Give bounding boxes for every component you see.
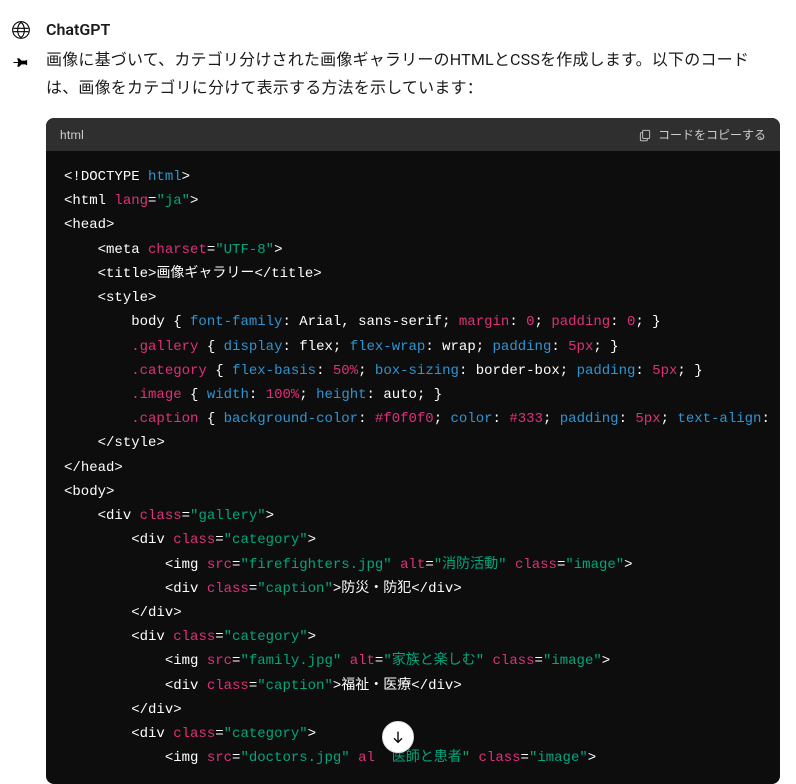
code-language-label: html	[60, 128, 84, 142]
scroll-down-button[interactable]	[382, 721, 414, 753]
chatgpt-logo-icon	[11, 20, 31, 40]
copy-code-button[interactable]: コードをコピーする	[638, 126, 766, 143]
pin-icon[interactable]	[12, 54, 30, 72]
message-text: 画像に基づいて、カテゴリ分けされた画像ギャラリーのHTMLとCSSを作成します。…	[46, 46, 780, 102]
message-gutter	[8, 18, 34, 784]
copy-code-label: コードをコピーする	[658, 126, 766, 143]
clipboard-icon	[638, 128, 652, 142]
code-block: html コードをコピーする <!DOCTYPE html> <html lan…	[46, 118, 780, 784]
arrow-down-icon	[390, 729, 406, 745]
code-content: <!DOCTYPE html> <html lang="ja"> <head> …	[46, 151, 780, 784]
code-header: html コードをコピーする	[46, 118, 780, 151]
sender-name: ChatGPT	[46, 18, 780, 42]
message-content: ChatGPT 画像に基づいて、カテゴリ分けされた画像ギャラリーのHTMLとCS…	[46, 18, 780, 784]
